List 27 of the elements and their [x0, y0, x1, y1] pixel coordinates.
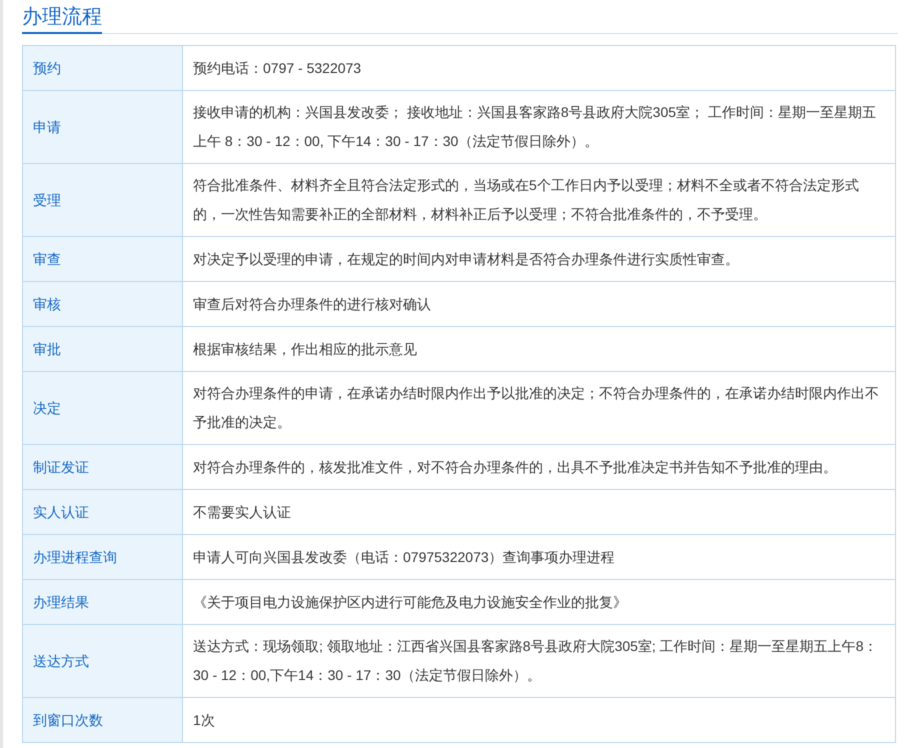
row-value: 申请人可向兴国县发改委（电话：07975322073）查询事项办理进程 — [182, 534, 896, 580]
row-label: 实人认证 — [22, 490, 182, 534]
row-label: 审查 — [22, 236, 182, 282]
row-value: 不需要实人认证 — [182, 490, 896, 534]
row-value: 预约电话：0797 - 5322073 — [182, 46, 896, 90]
row-label: 办理结果 — [22, 580, 182, 624]
row-label: 送达方式 — [22, 624, 182, 698]
row-label: 审核 — [22, 282, 182, 326]
row-label: 预约 — [22, 46, 182, 90]
row-value: 送达方式：现场领取; 领取地址：江西省兴国县客家路8号县政府大院305室; 工作时间：星期一至星期五上午8：30 - 12：00,下午14：30 - 17：30（法定节假日除外）。 — [182, 624, 896, 698]
row-label: 决定 — [22, 372, 182, 444]
row-value: 对符合办理条件的，核发批准文件，对不符合办理条件的，出具不予批准决定书并告知不予批准的理由。 — [182, 444, 896, 490]
row-value: 接收申请的机构：兴国县发改委； 接收地址：兴国县客家路8号县政府大院305室； 工作时间：星期一至星期五上午 8：30 - 12：00, 下午14：30 - 17：30（法定节假日除外）。 — [182, 90, 896, 164]
section-title: 办理流程 — [22, 3, 102, 34]
row-label: 办理进程查询 — [22, 534, 182, 580]
row-value: 根据审核结果，作出相应的批示意见 — [182, 326, 896, 372]
row-value: 对决定予以受理的申请，在规定的时间内对申请材料是否符合办理条件进行实质性审查。 — [182, 236, 896, 282]
row-label: 到窗口次数 — [22, 698, 182, 742]
row-label: 制证发证 — [22, 444, 182, 490]
row-value: 符合批准条件、材料齐全且符合法定形式的，当场或在5个工作日内予以受理；材料不全或者不符合法定形式的，一次性告知需要补正的全部材料，材料补正后予以受理；不符合批准条件的，不予受理。 — [182, 164, 896, 236]
row-value: 审查后对符合办理条件的进行核对确认 — [182, 282, 896, 326]
row-label: 申请 — [22, 90, 182, 164]
row-value: 对符合办理条件的申请，在承诺办结时限内作出予以批准的决定；不符合办理条件的，在承诺办结时限内作出不予批准的决定。 — [182, 372, 896, 444]
row-value: 《关于项目电力设施保护区内进行可能危及电力设施安全作业的批复》 — [182, 580, 896, 624]
row-value: 1次 — [182, 698, 896, 742]
row-label: 审批 — [22, 326, 182, 372]
row-label: 受理 — [22, 164, 182, 236]
